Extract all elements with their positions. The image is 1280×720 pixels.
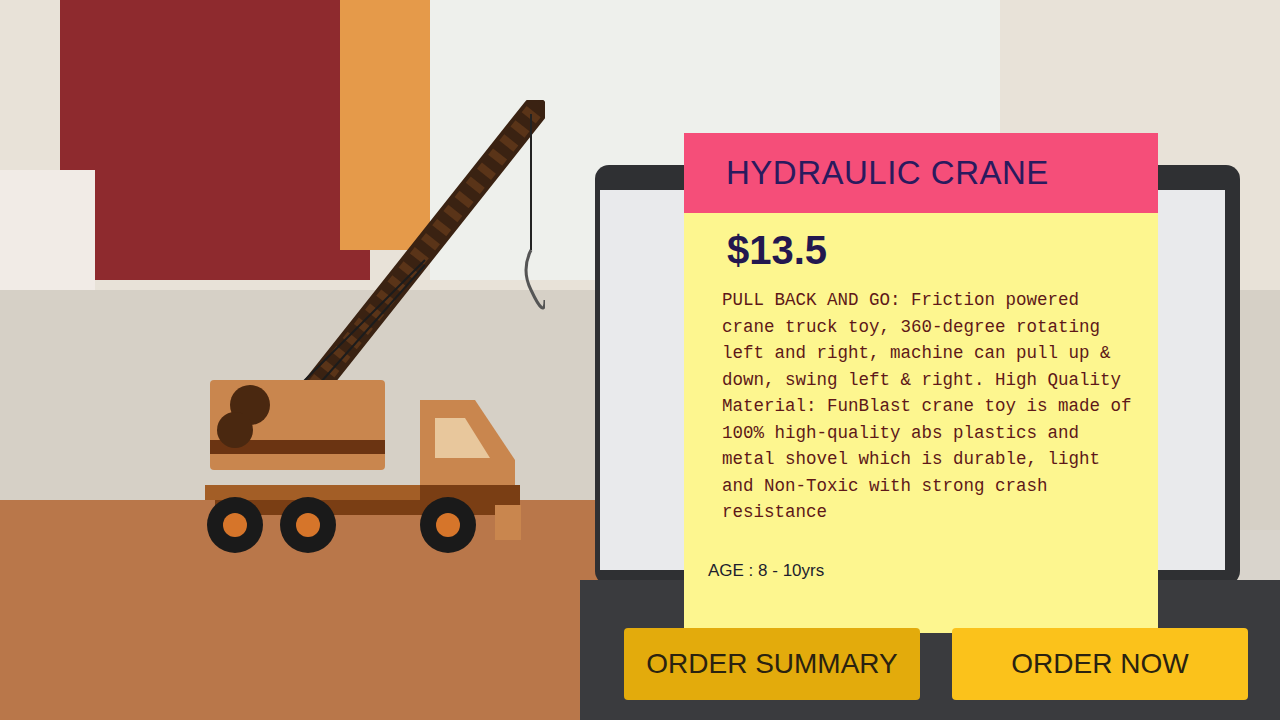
product-title: HYDRAULIC CRANE: [726, 153, 1049, 193]
ar-screen: HYDRAULIC CRANE $13.5 PULL BACK AND GO: …: [0, 0, 1280, 720]
card-header: HYDRAULIC CRANE: [684, 133, 1158, 213]
product-card: HYDRAULIC CRANE $13.5 PULL BACK AND GO: …: [684, 133, 1158, 633]
button-bar: ORDER SUMMARY ORDER NOW: [624, 628, 1248, 700]
product-price: $13.5: [722, 225, 1138, 275]
crane-model-icon[interactable]: [195, 100, 545, 560]
product-description: PULL BACK AND GO: Friction powered crane…: [722, 287, 1142, 526]
age-label: AGE : 8 - 10yrs: [708, 558, 1158, 584]
order-summary-button[interactable]: ORDER SUMMARY: [624, 628, 920, 700]
order-now-button[interactable]: ORDER NOW: [952, 628, 1248, 700]
